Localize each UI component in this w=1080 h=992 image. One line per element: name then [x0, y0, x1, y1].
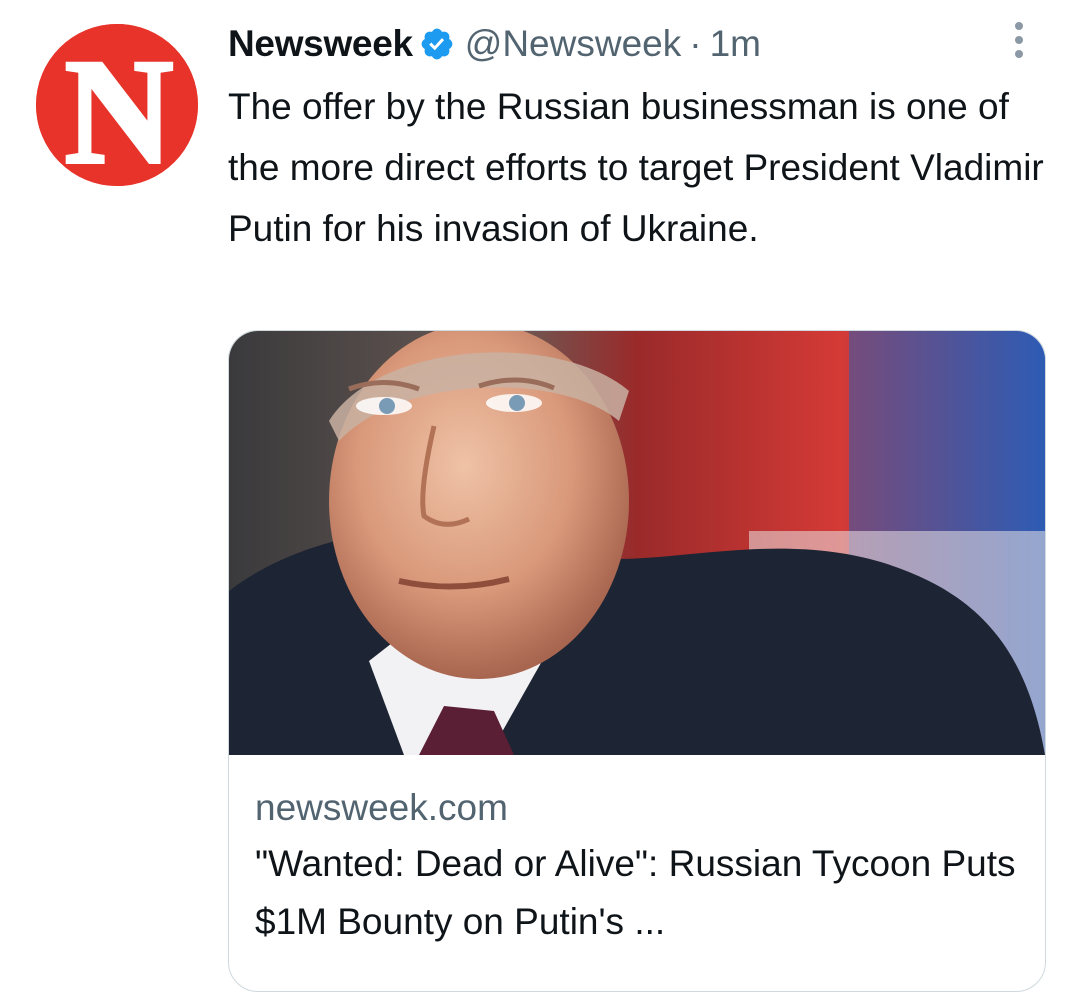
- photo-of-man-in-suit-icon: [229, 331, 1045, 755]
- more-options-icon[interactable]: [1004, 18, 1034, 62]
- tweet-header: Newsweek @Newsweek · 1m: [228, 20, 761, 68]
- newsweek-logo-icon: N: [36, 24, 198, 186]
- verified-badge-icon: [419, 26, 455, 62]
- link-card-title[interactable]: "Wanted: Dead or Alive": Russian Tycoon …: [255, 835, 1025, 951]
- link-card-body: newsweek.com "Wanted: Dead or Alive": Ru…: [255, 783, 1025, 951]
- link-card[interactable]: newsweek.com "Wanted: Dead or Alive": Ru…: [228, 330, 1046, 992]
- author-display-name[interactable]: Newsweek: [228, 23, 413, 65]
- avatar[interactable]: N: [36, 24, 198, 186]
- link-card-domain: newsweek.com: [255, 787, 508, 828]
- meta-separator: ·: [689, 23, 702, 64]
- tweet-timestamp[interactable]: 1m: [710, 23, 761, 65]
- author-handle[interactable]: @Newsweek: [465, 23, 681, 65]
- avatar-letter: N: [65, 29, 173, 186]
- tweet-text: The offer by the Russian businessman is …: [228, 86, 1044, 249]
